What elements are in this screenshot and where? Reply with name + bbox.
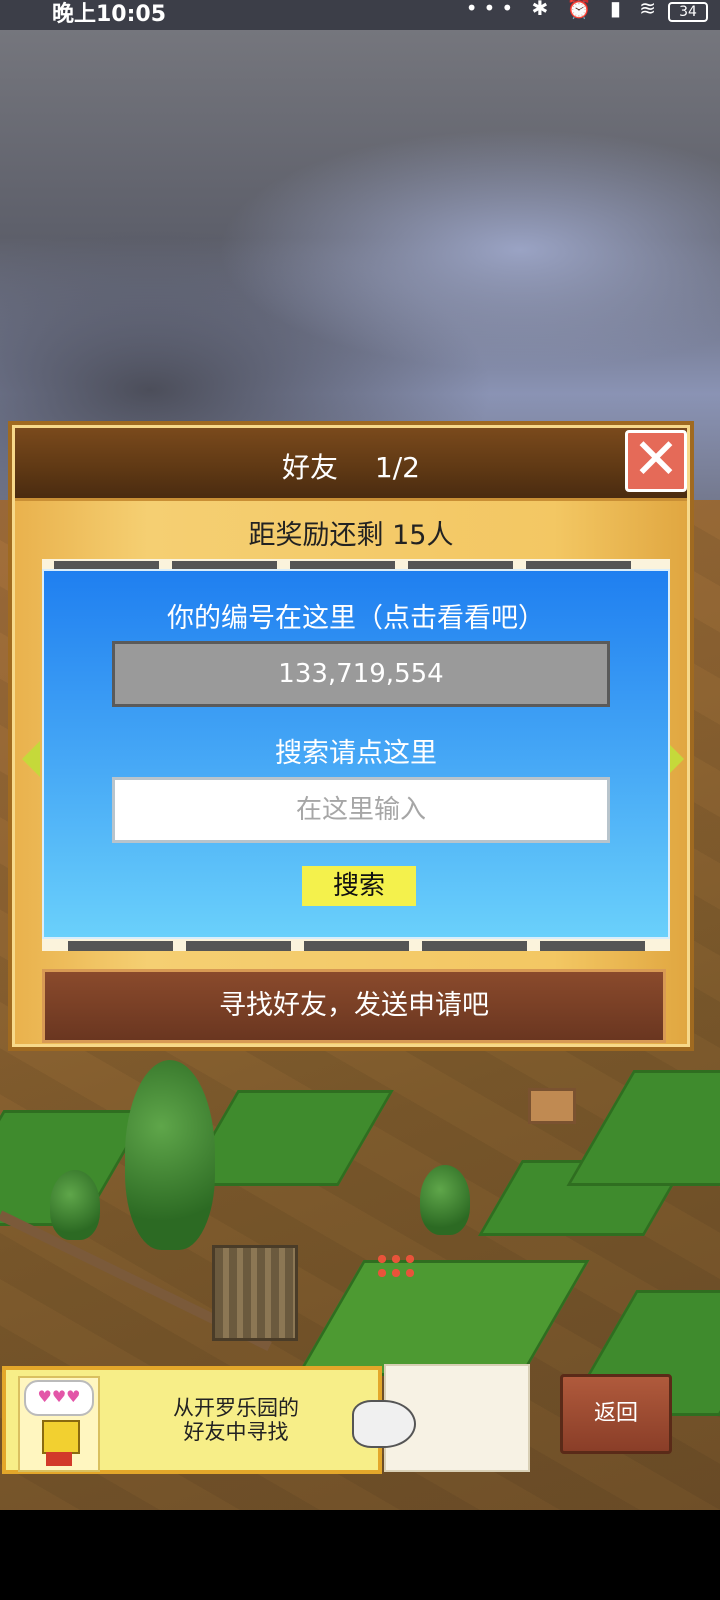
friend-id-panel: 你的编号在这里（点击看看吧） 133,719,554 搜索请点这里 搜索 [42,569,670,939]
tree [125,1060,215,1250]
robot-head [42,1420,80,1454]
signpost [528,1088,576,1124]
page-indicator: 1/2 [374,451,420,484]
friends-dialog: 好友 1/2 ✕ 距奖励还剩 15人 你的编号在这里（点击看看吧） 133,71… [8,421,694,1051]
heart-bubble: ♥♥♥ [24,1380,94,1416]
flowers [375,1252,415,1282]
tab-strip-bottom [42,939,670,951]
tree [420,1165,470,1235]
status-bar: 晚上10:05 ••• ✱ ⏰ ▮ ≋ 34 [0,0,720,30]
status-time: 晚上10:05 [52,2,167,27]
close-icon: ✕ [632,427,680,492]
wifi-icon: ≋ [639,0,662,20]
my-id-label: 你的编号在这里（点击看看吧） [167,603,545,634]
signal-icon: ▮ [609,0,627,20]
tab-segment [304,941,409,951]
hint-line-1: 从开罗乐园的 [173,1396,299,1420]
back-button[interactable]: 返回 [560,1374,672,1454]
alarm-icon: ⏰ [566,0,598,20]
prev-page-arrow-icon[interactable] [22,741,40,777]
reward-remaining-text: 距奖励还剩 15人 [248,520,454,551]
farm-gate [212,1245,298,1341]
navigation-bar [0,1510,720,1600]
tree [50,1170,100,1240]
pointing-hand-icon [352,1400,416,1448]
dialog-title-text: 好友 [282,451,339,484]
search-label: 搜索请点这里 [275,738,437,769]
search-input[interactable] [112,777,610,843]
dialog-title: 好友 1/2 [15,446,687,486]
battery-icon: 34 [668,2,708,22]
close-button[interactable]: ✕ [625,430,687,492]
hint-panel: ♥♥♥ 从开罗乐园的 好友中寻找 [2,1366,382,1474]
hint-text: 从开罗乐园的 好友中寻找 [126,1396,346,1444]
bluetooth-icon: ✱ [531,0,555,20]
tab-segment [68,941,173,951]
search-button[interactable]: 搜索 [302,866,416,906]
status-icons: ••• ✱ ⏰ ▮ ≋ [466,0,662,20]
tab-segment [186,941,291,951]
my-id-value[interactable]: 133,719,554 [112,641,610,707]
tab-segment [540,941,645,951]
more-icon: ••• [465,0,520,20]
tab-segment [422,941,527,951]
dialog-header: 好友 1/2 ✕ [15,428,687,501]
hint-line-2: 好友中寻找 [183,1420,289,1444]
mascot-icon: ♥♥♥ [18,1376,100,1472]
robot-body [46,1452,72,1466]
find-friends-button[interactable]: 寻找好友，发送申请吧 [42,969,666,1043]
